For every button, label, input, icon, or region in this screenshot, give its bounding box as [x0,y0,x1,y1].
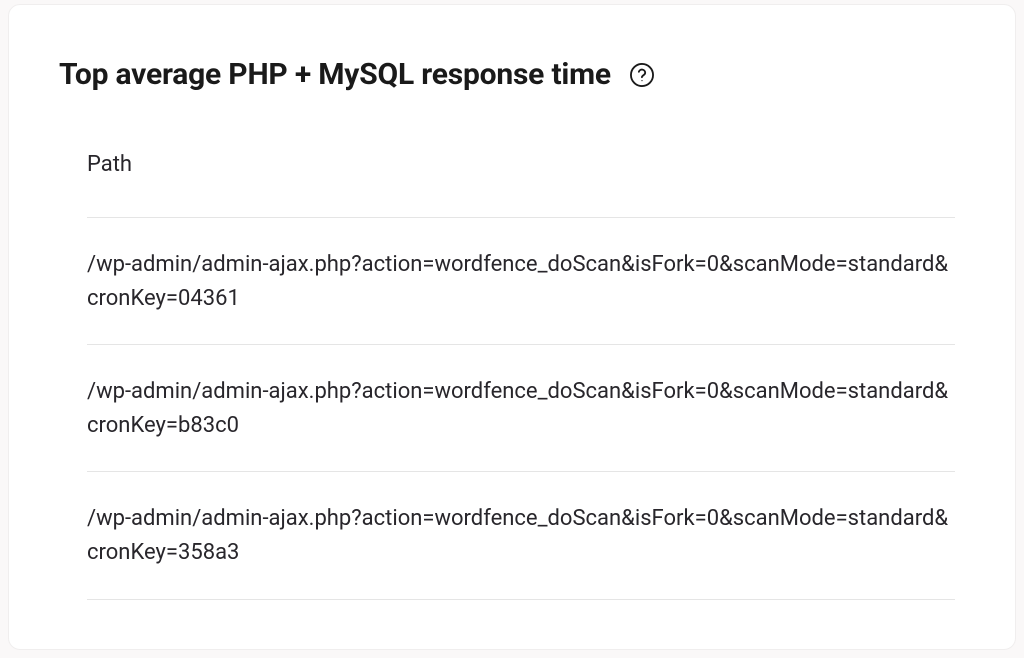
table-row[interactable]: /wp-admin/admin-ajax.php?action=wordfenc… [87,218,955,345]
card-header: Top average PHP + MySQL response time [59,57,965,92]
card-title: Top average PHP + MySQL response time [59,57,611,92]
table-row[interactable]: /wp-admin/admin-ajax.php?action=wordfenc… [87,345,955,472]
table-row[interactable]: /wp-admin/admin-ajax.php?action=wordfenc… [87,472,955,599]
response-time-card: Top average PHP + MySQL response time Pa… [8,4,1016,650]
response-time-table: Path /wp-admin/admin-ajax.php?action=wor… [59,152,965,600]
help-icon[interactable] [629,62,655,88]
table-column-header-path: Path [87,152,955,218]
